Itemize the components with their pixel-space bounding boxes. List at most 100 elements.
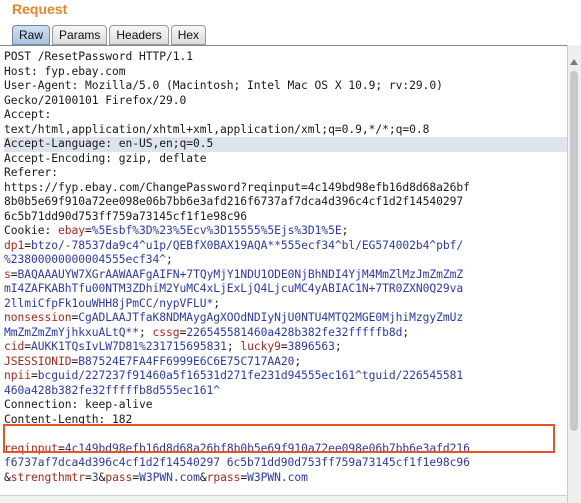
param-name: cssg [152, 325, 180, 339]
param-name: dp1 [4, 238, 25, 252]
raw-request-editor[interactable]: POST /ResetPassword HTTP/1.1 Host: fyp.eb… [0, 45, 567, 496]
param-value: CgADLAAJTfaK8NDMAygAgXOOdNDIyNjU0NTU4MTQ… [78, 311, 464, 324]
request-text: = [58, 441, 65, 455]
request-text: Host: fyp.ebay.com [4, 64, 126, 78]
param-name: pass [105, 470, 133, 484]
param-value: %5Esbf%3D%23%5Ecv%3D15555%5Ejs%3D1%5E [91, 224, 342, 237]
param-value: BAQAAAUYW7XGrAAWAAFgAIFN+7TQyMjY1NDU1ODE… [17, 267, 464, 281]
request-line: nonsession=CgADLAAJTfaK8NDMAygAgXOOdNDIy… [4, 311, 567, 326]
request-text: = [31, 369, 38, 382]
request-line: Accept-Encoding: gzip, deflate [4, 152, 567, 167]
param-value: %23800000000004555ecf34^ [4, 253, 167, 266]
request-text: ; [213, 296, 221, 310]
request-text: ; [166, 253, 173, 266]
request-line: User-Agent: Mozilla/5.0 (Macintosh; Inte… [4, 79, 567, 94]
request-line: 8b0b5e69f910a72ee098e06b7bb6e3afd216f673… [4, 195, 567, 210]
request-text: text/html,application/xhtml+xml,applicat… [4, 122, 430, 136]
request-text: 6c5b71dd90d753ff759a73145cf1f1e98c96 [4, 209, 248, 223]
param-value: W3PWN.com [139, 470, 200, 484]
request-line: &strengthmtr=3&pass=W3PWN.com&rpass=W3PW… [4, 471, 567, 486]
param-name: strengthmtr [10, 470, 86, 484]
request-text: & [4, 470, 11, 484]
request-text: Referer: [4, 166, 59, 179]
request-line: Gecko/20100101 Firefox/29.0 [4, 94, 567, 109]
param-value: 4c149bd98efb16d8d68a26bf8b0b5e69f910a72e… [64, 441, 470, 455]
request-line: Host: fyp.ebay.com [4, 65, 567, 80]
request-line: f6737af7dca4d396c4cf1d2f14540297 6c5b71d… [4, 456, 567, 471]
param-value: btzo/-78537da9c4^u1p/QEBfX0BAX19AQA**555… [31, 238, 464, 252]
request-text: Accept: [4, 108, 52, 121]
request-line: Accept: [4, 108, 567, 123]
request-line: npii=bcguid/227237f91460a5f16531d271fe23… [4, 369, 567, 384]
request-text: & [199, 470, 207, 484]
param-name: lucky9 [240, 340, 281, 353]
param-name: rpass [206, 470, 241, 484]
request-line: POST /ResetPassword HTTP/1.1 [4, 50, 567, 65]
request-text: https://fyp.ebay.com/ChangePassword?reqi… [4, 180, 470, 194]
request-text: Accept-Encoding: gzip, deflate [4, 151, 207, 165]
request-text: ; [334, 340, 342, 353]
request-text: 8b0b5e69f910a72ee098e06b7bb6e3afd216f673… [4, 195, 464, 208]
request-line: mI4ZAFKABhTfu00NTM3ZDhiM2YuMC4xLjExLjQ4L… [4, 282, 567, 297]
request-text: Cookie: [4, 224, 59, 237]
param-name: cid [4, 340, 25, 353]
request-line: Referer: [4, 166, 567, 181]
request-line: reqinput=4c149bd98efb16d8d68a26bf8b0b5e6… [4, 442, 567, 457]
param-value: W3PWN.com [247, 470, 308, 484]
request-text: = [85, 470, 92, 484]
request-line: JSESSIONID=B87524E7FA4FF6999E6C6E75C717A… [4, 355, 567, 370]
request-line: Accept-Language: en-US,en;q=0.5 [4, 137, 567, 152]
request-line: 460a428b382fe32fffffb8d555ec161^ [4, 384, 567, 399]
request-line: 2llmiCfpFk1ouWHH8jPmCC/nypVFLU*; [4, 297, 567, 312]
scroll-up-arrow-icon[interactable] [570, 59, 578, 65]
tab-bar: Raw Params Headers Hex [12, 25, 207, 45]
request-text: = [85, 224, 92, 237]
request-text: ; [139, 325, 153, 339]
request-line: text/html,application/xhtml+xml,applicat… [4, 123, 567, 138]
param-value: MmZmZmZmYjhkxuALtQ** [4, 325, 140, 339]
param-name: npii [4, 369, 32, 382]
param-value: 2llmiCfpFk1ouWHH8jPmCC/nypVFLU* [4, 296, 214, 310]
request-line: Cookie: ebay=%5Esbf%3D%23%5Ecv%3D15555%5… [4, 224, 567, 239]
tab-headers[interactable]: Headers [109, 25, 169, 45]
request-text: = [10, 267, 18, 281]
param-name: s [4, 267, 11, 281]
request-text-lines: POST /ResetPassword HTTP/1.1 Host: fyp.eb… [4, 50, 567, 485]
param-value: bcguid/227237f91460a5f16531d271fe231d945… [37, 369, 464, 382]
request-text: Accept-Language: en-US,en;q=0.5 [4, 137, 214, 150]
request-line: dp1=btzo/-78537da9c4^u1p/QEBfX0BAX19AQA*… [4, 239, 567, 254]
request-line: 6c5b71dd90d753ff759a73145cf1f1e98c96 [4, 210, 567, 225]
request-text: ; [341, 224, 349, 237]
param-value: 3896563 [287, 340, 335, 353]
request-text: ; [402, 325, 410, 339]
panel-title: Request [12, 1, 68, 17]
param-value: 3 [91, 470, 99, 484]
request-text: Content-Length: 182 [4, 412, 133, 426]
vertical-scrollbar[interactable] [567, 45, 581, 503]
request-text: Connection: keep-alive [4, 398, 153, 411]
param-value: 460a428b382fe32fffffb8d555ec161^ [4, 383, 221, 397]
param-name: reqinput [4, 441, 59, 455]
request-line: %23800000000004555ecf34^; [4, 253, 567, 268]
request-line: s=BAQAAAUYW7XGrAAWAAFgAIFN+7TQyMjY1NDU1O… [4, 268, 567, 283]
request-line: Connection: keep-alive [4, 398, 567, 413]
param-value: 226545581460a428b382fe32fffffb8d [186, 325, 403, 339]
tab-params[interactable]: Params [52, 25, 108, 45]
request-text: POST /ResetPassword HTTP/1.1 [4, 50, 194, 63]
param-value: B87524E7FA4FF6999E6C6E75C717AA20 [78, 354, 295, 368]
param-name: nonsession [4, 311, 72, 324]
request-line: MmZmZmZmYjhkxuALtQ**; cssg=226545581460a… [4, 326, 567, 341]
param-value: f6737af7dca4d396c4cf1d2f14540297 6c5b71d… [4, 456, 470, 469]
param-value: AUKK1TQsIvLW7D81%231715695831 [31, 340, 227, 353]
param-value: mI4ZAFKABhTfu00NTM3ZDhiM2YuMC4xLjExLjQ4L… [4, 282, 464, 295]
tab-raw[interactable]: Raw [12, 25, 51, 45]
request-text: ; [226, 340, 241, 353]
request-text: Gecko/20100101 Firefox/29.0 [4, 93, 187, 107]
scrollbar-thumb[interactable] [570, 71, 578, 431]
request-line: https://fyp.ebay.com/ChangePassword?reqi… [4, 181, 567, 196]
horizontal-scrollbar[interactable] [0, 495, 567, 503]
param-name: JSESSIONID [4, 354, 72, 368]
tab-hex[interactable]: Hex [170, 25, 207, 45]
request-text: User-Agent: Mozilla/5.0 (Macintosh; Inte… [4, 79, 443, 92]
request-line: Content-Length: 182 [4, 413, 567, 428]
